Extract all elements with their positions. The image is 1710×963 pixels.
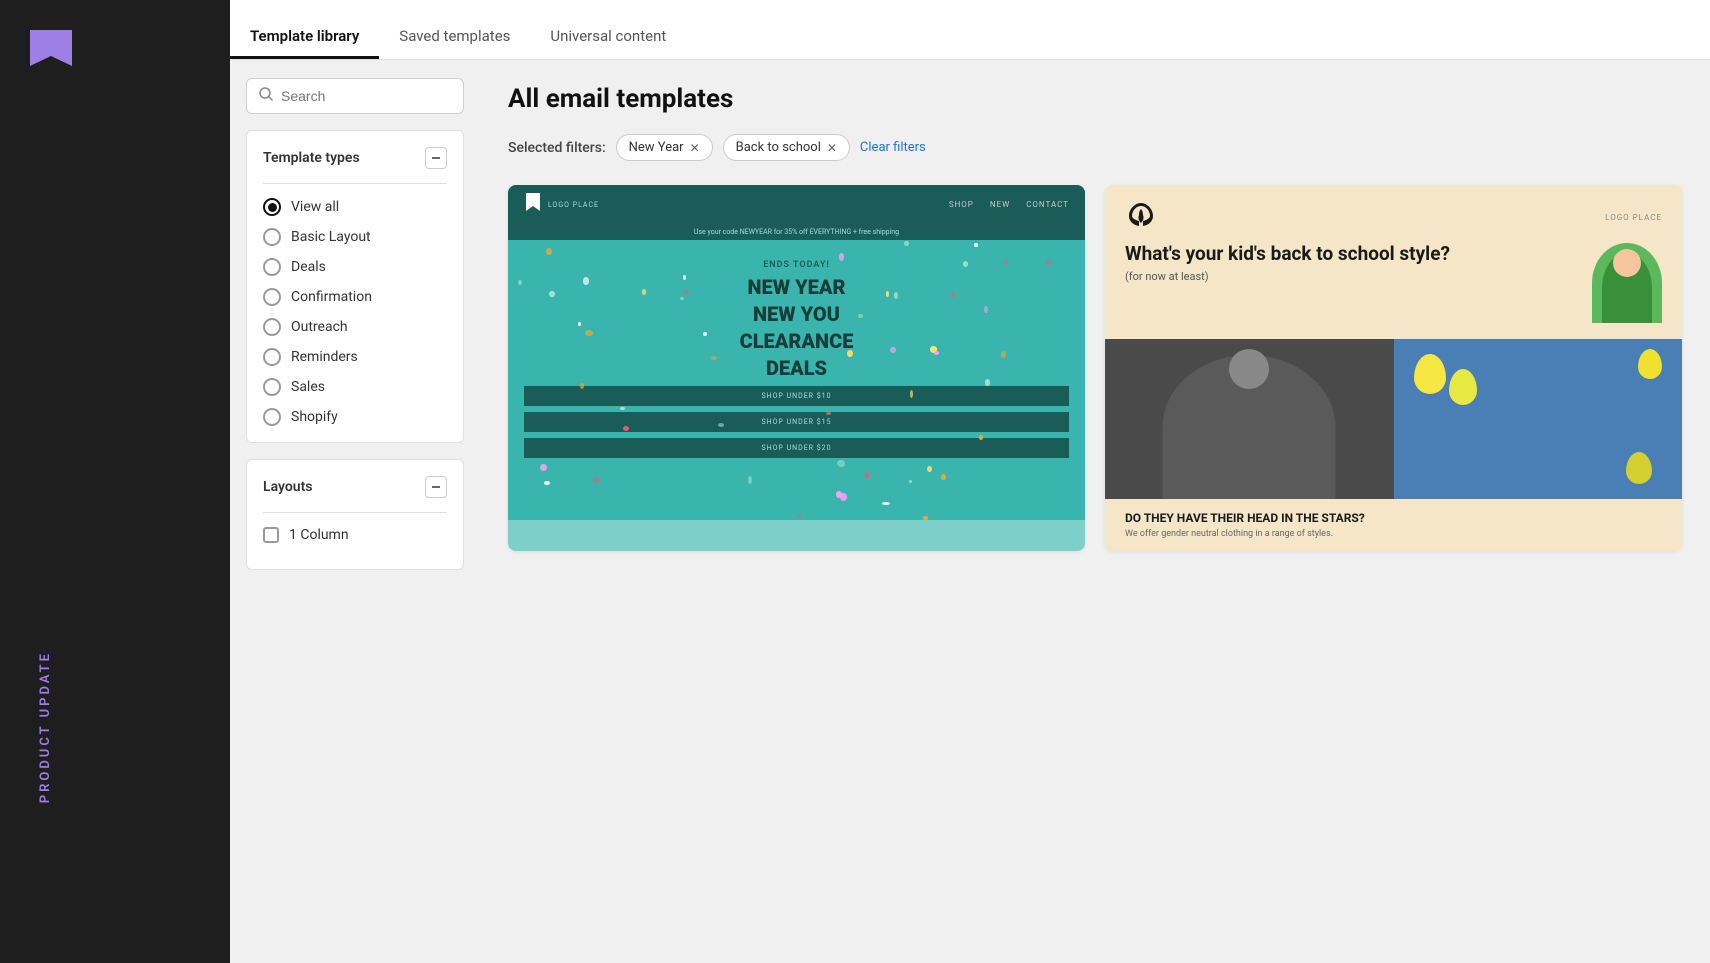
radio-sales[interactable]: Sales xyxy=(263,378,447,396)
radio-label-view-all: View all xyxy=(291,199,339,215)
balloon-yellow-4 xyxy=(1626,452,1652,484)
ny-headline-3: CLEARANCE xyxy=(524,330,1069,353)
radio-circle-reminders xyxy=(263,348,281,366)
radio-label-sales: Sales xyxy=(291,379,325,395)
filter-tag-new-year[interactable]: New Year ✕ xyxy=(616,134,713,161)
clear-filters-link[interactable]: Clear filters xyxy=(860,140,926,155)
bts-bottom: DO THEY HAVE THEIR HEAD IN THE STARS? We… xyxy=(1105,499,1682,551)
bts-sub: (for now at least) xyxy=(1125,270,1580,283)
ny-nav-shop: SHOP xyxy=(949,200,974,209)
tab-universal-content[interactable]: Universal content xyxy=(530,13,686,59)
filters-row: Selected filters: New Year ✕ Back to sch… xyxy=(508,134,1682,161)
radio-reminders[interactable]: Reminders xyxy=(263,348,447,366)
tab-bar: Template library Saved templates Univers… xyxy=(230,0,1710,60)
bts-photo-right xyxy=(1394,339,1683,499)
checkbox-square-1-column xyxy=(263,527,279,543)
ny-banner: Use your code NEWYEAR for 35% off EVERYT… xyxy=(508,224,1085,240)
right-panel: All email templates Selected filters: Ne… xyxy=(480,60,1710,963)
bts-bottom-sub: We offer gender neutral clothing in a ra… xyxy=(1125,529,1662,539)
radio-circle-deals xyxy=(263,258,281,276)
filter-tag-back-to-school[interactable]: Back to school ✕ xyxy=(723,134,850,161)
page-title: All email templates xyxy=(508,84,1682,114)
logo-icon[interactable] xyxy=(30,30,72,70)
bts-bottom-headline: DO THEY HAVE THEIR HEAD IN THE STARS? xyxy=(1125,511,1662,525)
radio-circle-confirmation xyxy=(263,288,281,306)
ny-btn-2[interactable]: SHOP UNDER $15 xyxy=(524,412,1069,432)
bts-person-image xyxy=(1592,243,1662,323)
radio-circle-sales xyxy=(263,378,281,396)
balloon-yellow-1 xyxy=(1414,354,1446,394)
balloon-yellow-2 xyxy=(1449,369,1477,405)
product-update-label: PRODUCT UPDATE xyxy=(38,651,53,803)
template-types-collapse-btn[interactable] xyxy=(425,147,447,169)
app-sidebar: PRODUCT UPDATE xyxy=(0,0,230,963)
layouts-header: Layouts xyxy=(263,476,447,498)
bts-image-section xyxy=(1105,339,1682,499)
search-input[interactable] xyxy=(281,88,451,104)
selected-filters-label: Selected filters: xyxy=(508,140,606,156)
template-types-header: Template types xyxy=(263,147,447,169)
radio-view-all[interactable]: View all xyxy=(263,198,447,216)
bts-top: LOGO PLACE What's your kid's back to sch… xyxy=(1105,185,1682,339)
radio-label-shopify: Shopify xyxy=(291,409,338,425)
ny-nav-new: NEW xyxy=(990,200,1010,209)
template-types-panel: Template types View all Basic Layout xyxy=(246,130,464,443)
ny-nav-contact: CONTACT xyxy=(1026,200,1069,209)
radio-label-reminders: Reminders xyxy=(291,349,358,365)
radio-basic-layout[interactable]: Basic Layout xyxy=(263,228,447,246)
bts-logo-icon xyxy=(1125,201,1157,233)
tab-template-library[interactable]: Template library xyxy=(230,13,379,59)
ny-nav: SHOP NEW CONTACT xyxy=(949,200,1069,209)
ny-ends-text: ENDS TODAY! xyxy=(524,260,1069,270)
filter-tag-new-year-label: New Year xyxy=(629,140,684,155)
ny-logo: LOGO PLACE xyxy=(524,193,599,216)
left-panel: Template types View all Basic Layout xyxy=(230,60,480,963)
bts-photo-left xyxy=(1105,339,1394,499)
ny-logo-text: LOGO PLACE xyxy=(548,201,599,209)
layouts-title: Layouts xyxy=(263,479,312,495)
main-content: Template library Saved templates Univers… xyxy=(230,0,1710,963)
ny-logo-icon xyxy=(524,193,542,216)
bts-headline: What's your kid's back to school style? xyxy=(1125,243,1580,266)
radio-label-deals: Deals xyxy=(291,259,326,275)
search-icon xyxy=(259,87,273,105)
balloon-yellow-3 xyxy=(1638,349,1662,379)
radio-shopify[interactable]: Shopify xyxy=(263,408,447,426)
ny-body: ENDS TODAY! NEW YEAR NEW YOU CLEARANCE D… xyxy=(508,240,1085,520)
radio-circle-shopify xyxy=(263,408,281,426)
ny-headline-4: DEALS xyxy=(524,357,1069,380)
ny-btn-3[interactable]: SHOP UNDER $20 xyxy=(524,438,1069,458)
checkbox-label-1-column: 1 Column xyxy=(289,527,349,543)
bts-headline-container: What's your kid's back to school style? … xyxy=(1125,243,1580,283)
radio-confirmation[interactable]: Confirmation xyxy=(263,288,447,306)
ny-headline-2: NEW YOU xyxy=(524,303,1069,326)
bts-headline-row: What's your kid's back to school style? … xyxy=(1125,243,1662,323)
template-grid: LOGO PLACE SHOP NEW CONTACT Use your cod… xyxy=(508,185,1682,551)
new-year-template-card[interactable]: LOGO PLACE SHOP NEW CONTACT Use your cod… xyxy=(508,185,1085,551)
radio-deals[interactable]: Deals xyxy=(263,258,447,276)
radio-label-basic-layout: Basic Layout xyxy=(291,229,371,245)
checkbox-1-column[interactable]: 1 Column xyxy=(263,527,447,543)
radio-label-confirmation: Confirmation xyxy=(291,289,372,305)
radio-circle-basic-layout xyxy=(263,228,281,246)
radio-circle-view-all xyxy=(263,198,281,216)
ny-header: LOGO PLACE SHOP NEW CONTACT xyxy=(508,185,1085,224)
template-types-title: Template types xyxy=(263,150,360,166)
layouts-collapse-btn[interactable] xyxy=(425,476,447,498)
content-row: Template types View all Basic Layout xyxy=(230,60,1710,963)
tab-saved-templates[interactable]: Saved templates xyxy=(379,13,530,59)
filter-tag-back-to-school-label: Back to school xyxy=(736,140,821,155)
bts-logo-row: LOGO PLACE xyxy=(1125,201,1662,233)
radio-label-outreach: Outreach xyxy=(291,319,348,335)
radio-outreach[interactable]: Outreach xyxy=(263,318,447,336)
filter-tag-new-year-remove[interactable]: ✕ xyxy=(690,141,700,155)
ny-headline-1: NEW YEAR xyxy=(524,276,1069,299)
filter-tag-back-to-school-remove[interactable]: ✕ xyxy=(827,141,837,155)
radio-circle-outreach xyxy=(263,318,281,336)
layouts-panel: Layouts 1 Column xyxy=(246,459,464,570)
ny-btn-1[interactable]: SHOP UNDER $10 xyxy=(524,386,1069,406)
bts-logo-place-label: LOGO PLACE xyxy=(1605,213,1662,222)
back-to-school-template-card[interactable]: LOGO PLACE What's your kid's back to sch… xyxy=(1105,185,1682,551)
search-box[interactable] xyxy=(246,78,464,114)
